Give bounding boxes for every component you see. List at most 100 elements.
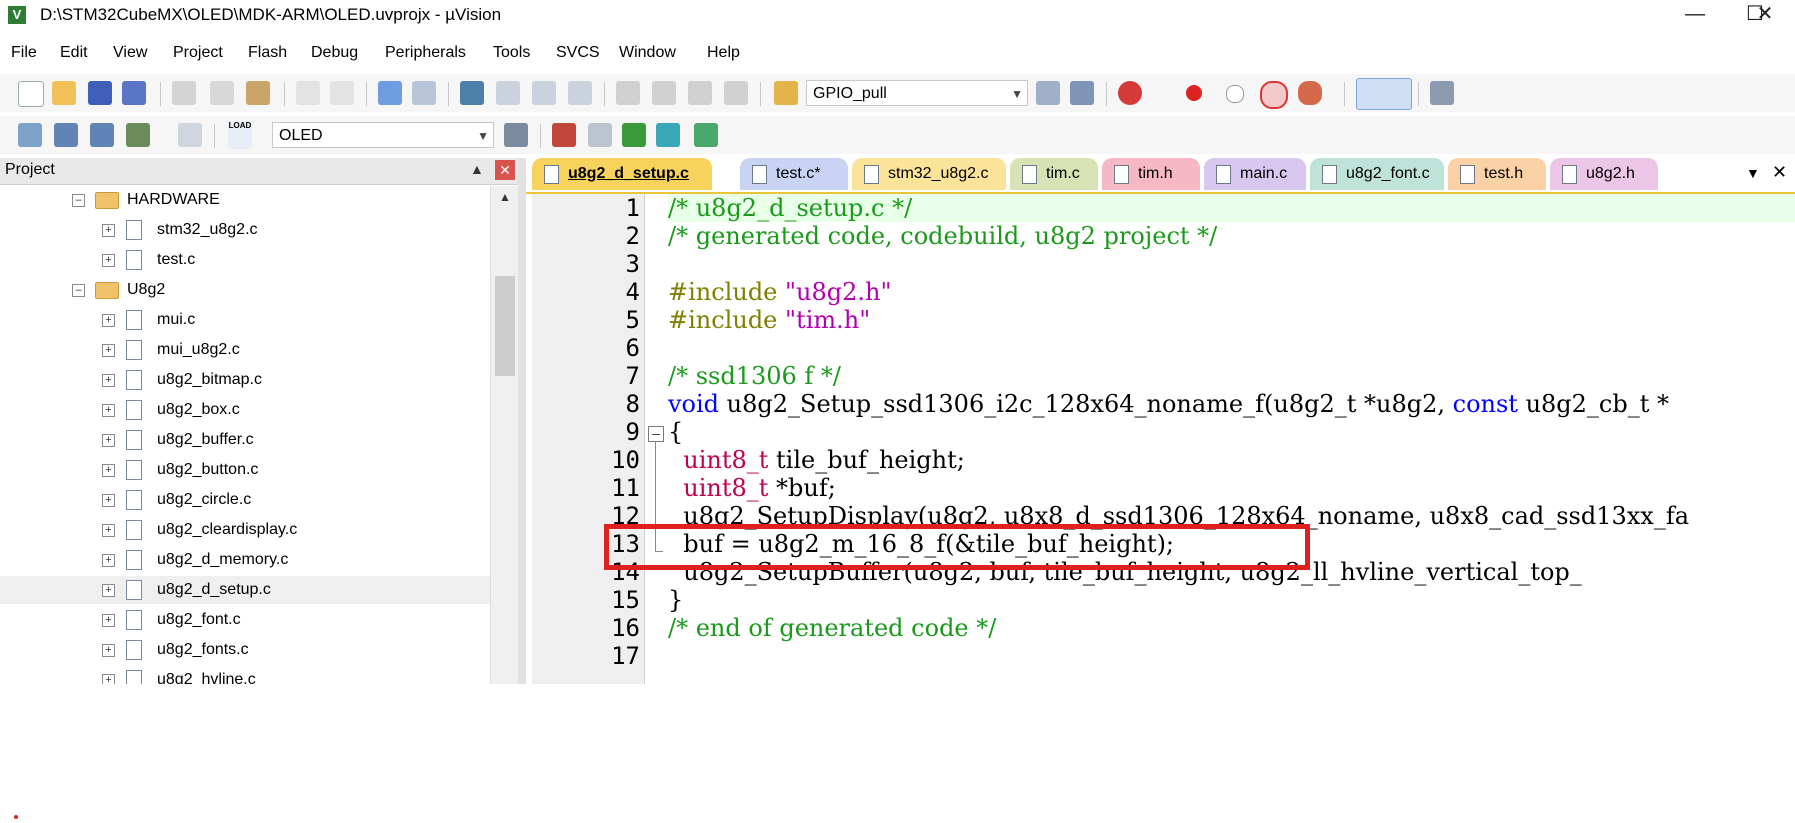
find-in-files-icon[interactable] <box>774 81 798 105</box>
tree-file-item[interactable]: + mui_u8g2.c <box>0 336 490 364</box>
tab-stm32-u8g2[interactable]: stm32_u8g2.c <box>852 158 1006 190</box>
manage-rte-icon[interactable] <box>622 123 646 147</box>
batch-build-icon[interactable] <box>126 123 150 147</box>
debug-session-icon[interactable] <box>1118 81 1142 105</box>
tab-tim-c[interactable]: tim.c <box>1010 158 1098 190</box>
menu-peripherals[interactable]: Peripherals <box>385 44 466 62</box>
breakpoint-icon[interactable] <box>1186 85 1202 101</box>
minimize-button[interactable]: — <box>1665 0 1725 30</box>
tree-file-item[interactable]: + u8g2_d_memory.c <box>0 546 490 574</box>
expand-icon[interactable]: + <box>102 314 115 327</box>
expand-icon[interactable]: + <box>102 374 115 387</box>
indent-icon[interactable] <box>616 81 640 105</box>
tree-file-item[interactable]: + mui.c <box>0 306 490 334</box>
debug-options-icon[interactable] <box>1298 81 1322 105</box>
tab-u8g2-d-setup[interactable]: u8g2_d_setup.c <box>532 158 712 190</box>
menu-flash[interactable]: Flash <box>248 44 287 62</box>
tab-test-c[interactable]: test.c* <box>740 158 848 190</box>
configure-wrench-icon[interactable] <box>1430 81 1454 105</box>
expand-icon[interactable]: + <box>102 554 115 567</box>
paste-icon[interactable] <box>246 81 270 105</box>
tree-file-item[interactable]: + u8g2_cleardisplay.c <box>0 516 490 544</box>
expand-icon[interactable]: + <box>102 494 115 507</box>
collapse-icon[interactable]: – <box>72 284 85 297</box>
cut-icon[interactable] <box>172 81 196 105</box>
next-bookmark-icon[interactable] <box>532 81 556 105</box>
manage-multi-project-icon[interactable] <box>588 123 612 147</box>
window-layout-icon[interactable] <box>1356 78 1412 110</box>
download-load-icon[interactable]: LOAD <box>228 121 252 149</box>
prev-bookmark-icon[interactable] <box>496 81 520 105</box>
stop-build-icon[interactable] <box>178 123 202 147</box>
tree-file-item[interactable]: + u8g2_bitmap.c <box>0 366 490 394</box>
expand-icon[interactable]: + <box>102 434 115 447</box>
menu-help[interactable]: Help <box>707 44 740 62</box>
target-options-icon[interactable] <box>504 123 528 147</box>
tab-list-chevron-icon[interactable]: ▼ <box>1746 165 1760 181</box>
incremental-find-icon[interactable] <box>1070 81 1094 105</box>
find-icon[interactable] <box>1036 81 1060 105</box>
save-icon[interactable] <box>88 81 112 105</box>
new-file-icon[interactable] <box>18 81 44 107</box>
tree-file-item[interactable]: + u8g2_buffer.c <box>0 426 490 454</box>
menu-edit[interactable]: Edit <box>60 44 88 62</box>
close-button[interactable]: ✕ <box>1735 0 1795 30</box>
tree-file-item[interactable]: + u8g2_font.c <box>0 606 490 634</box>
tree-file-item[interactable]: + u8g2_fonts.c <box>0 636 490 664</box>
tab-main-c[interactable]: main.c <box>1204 158 1306 190</box>
select-packs-icon[interactable] <box>656 123 680 147</box>
tree-file-item[interactable]: + stm32_u8g2.c <box>0 216 490 244</box>
menu-file[interactable]: File <box>11 44 37 62</box>
breakpoint-disable-icon[interactable] <box>1226 85 1244 103</box>
scrollbar-thumb[interactable] <box>495 276 515 376</box>
close-panel-button[interactable]: ✕ <box>495 160 515 180</box>
expand-icon[interactable]: + <box>102 254 115 267</box>
expand-icon[interactable]: + <box>102 524 115 537</box>
panel-splitter[interactable] <box>518 158 526 684</box>
collapse-icon[interactable]: – <box>72 194 85 207</box>
navigate-forward-icon[interactable] <box>412 81 436 105</box>
build-icon[interactable] <box>54 123 78 147</box>
tab-test-h[interactable]: test.h <box>1448 158 1546 190</box>
find-combo[interactable]: GPIO_pull ▼ <box>806 80 1028 106</box>
tree-folder-hardware[interactable]: – HARDWARE <box>0 186 490 214</box>
tree-file-item-selected[interactable]: + u8g2_d_setup.c <box>0 576 490 604</box>
pack-installer-icon[interactable] <box>694 123 718 147</box>
scroll-up-icon[interactable]: ▲ <box>499 190 511 204</box>
menu-tools[interactable]: Tools <box>493 44 530 62</box>
tree-file-item[interactable]: + u8g2_box.c <box>0 396 490 424</box>
tab-tim-h[interactable]: tim.h <box>1102 158 1200 190</box>
tab-u8g2-h[interactable]: u8g2.h <box>1550 158 1658 190</box>
menu-window[interactable]: Window <box>619 44 676 62</box>
tree-file-item[interactable]: + u8g2_button.c <box>0 456 490 484</box>
close-tab-icon[interactable]: ✕ <box>1772 162 1787 183</box>
manage-project-items-icon[interactable] <box>552 123 576 147</box>
expand-icon[interactable]: + <box>102 224 115 237</box>
menu-svcs[interactable]: SVCS <box>556 44 600 62</box>
fold-collapse-icon[interactable]: – <box>648 426 664 442</box>
target-combo[interactable]: OLED ▼ <box>272 122 494 148</box>
bookmark-icon[interactable] <box>460 81 484 105</box>
expand-icon[interactable]: + <box>102 674 115 684</box>
expand-icon[interactable]: + <box>102 404 115 417</box>
pin-icon[interactable]: ▲ <box>470 161 484 177</box>
expand-icon[interactable]: + <box>102 464 115 477</box>
undo-icon[interactable] <box>296 81 320 105</box>
unindent-icon[interactable] <box>652 81 676 105</box>
navigate-back-icon[interactable] <box>378 81 402 105</box>
expand-icon[interactable]: + <box>102 584 115 597</box>
expand-icon[interactable]: + <box>102 614 115 627</box>
tree-file-item[interactable]: + u8g2_hvline.c <box>0 666 490 684</box>
expand-icon[interactable]: + <box>102 644 115 657</box>
code-editor[interactable]: 1 2 3 4 5 6 7 8 9 10 11 12 13 14 15 16 1… <box>532 194 1795 684</box>
menu-project[interactable]: Project <box>173 44 223 62</box>
copy-icon[interactable] <box>210 81 234 105</box>
tree-file-item[interactable]: + test.c <box>0 246 490 274</box>
tab-u8g2-font[interactable]: u8g2_font.c <box>1310 158 1444 190</box>
expand-icon[interactable]: + <box>102 344 115 357</box>
tree-file-item[interactable]: + u8g2_circle.c <box>0 486 490 514</box>
uncomment-icon[interactable] <box>724 81 748 105</box>
menu-view[interactable]: View <box>113 44 147 62</box>
rebuild-icon[interactable] <box>90 123 114 147</box>
tree-folder-u8g2[interactable]: – U8g2 <box>0 276 490 304</box>
